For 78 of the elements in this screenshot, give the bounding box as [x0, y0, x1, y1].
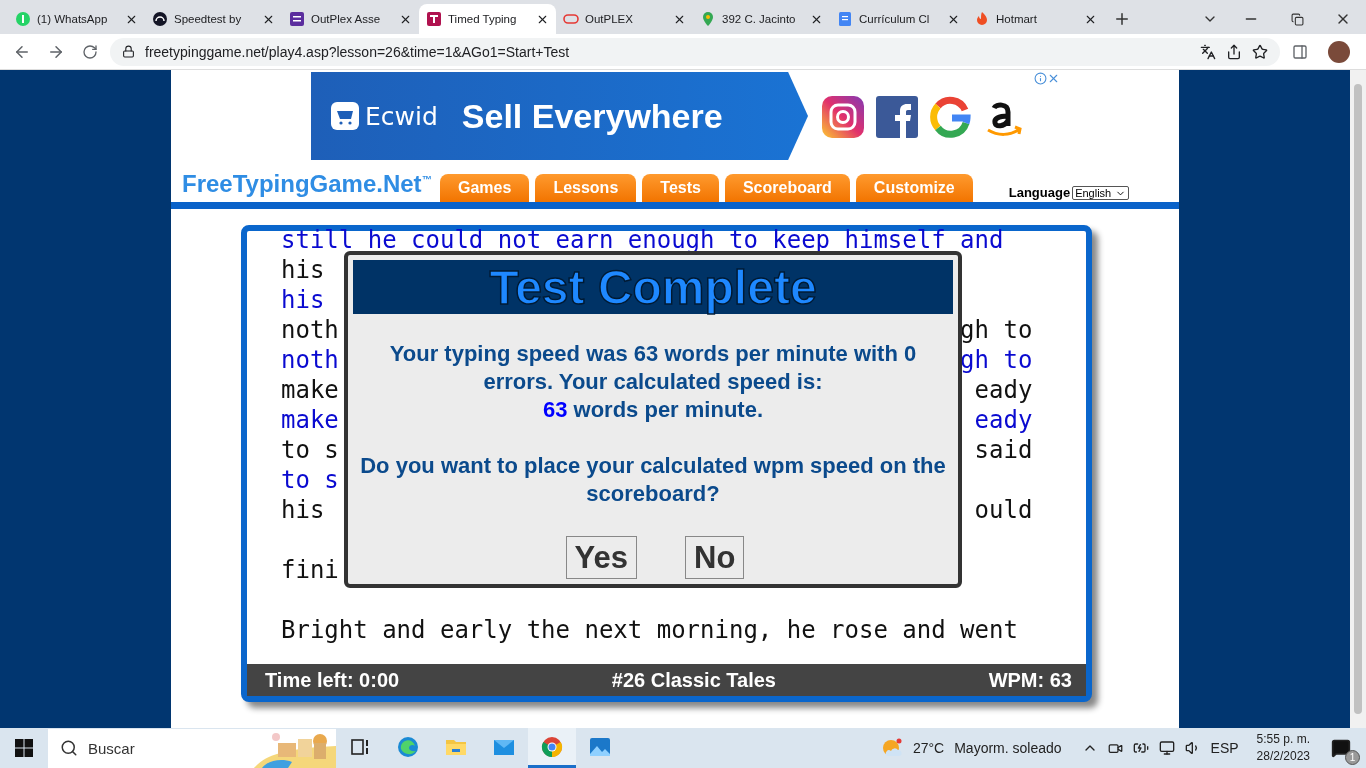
battery-icon[interactable] — [1132, 740, 1149, 756]
translate-icon[interactable] — [1200, 43, 1216, 60]
time-left: Time left: 0:00 — [265, 668, 400, 692]
ring-icon — [563, 11, 579, 27]
passage-text: make — [281, 407, 339, 436]
passage-text: still he could not earn enough to keep himself and — [281, 227, 1004, 256]
flame-icon — [974, 11, 990, 27]
passage-text: his — [281, 497, 325, 526]
ad-brand: Ecwid — [365, 101, 438, 131]
map-pin-icon — [700, 11, 716, 27]
network-icon[interactable] — [1158, 740, 1175, 756]
browser-icon[interactable] — [540, 734, 564, 759]
browser-tab[interactable]: (1) WhatsApp — [8, 4, 145, 34]
passage-text: his — [281, 257, 325, 286]
passage-text: eady — [974, 407, 1033, 436]
dialog-title: Test Complete — [489, 259, 817, 315]
list-icon — [289, 11, 305, 27]
passage-text: make — [281, 377, 339, 406]
colored-ring-icon — [930, 96, 972, 138]
browser-tab[interactable]: Timed Typing — [419, 4, 556, 34]
lesson-title: #26 Classic Tales — [611, 668, 776, 692]
weather-text: Mayorm. soleado — [954, 740, 1062, 756]
passage-text: to s — [281, 437, 339, 466]
app-icon — [426, 11, 442, 27]
search-field[interactable]: Buscar — [48, 728, 336, 768]
browser-tab[interactable]: OutPlex Asse — [282, 4, 419, 34]
restore-icon[interactable] — [1290, 12, 1304, 26]
answer-button[interactable]: No — [685, 536, 745, 579]
passage-text: to s — [281, 467, 339, 496]
browser-tab[interactable]: 392 C. Jacinto — [693, 4, 830, 34]
notification-badge: 1 — [1345, 750, 1360, 765]
cart-icon — [331, 102, 359, 130]
side-panel-icon[interactable] — [1292, 43, 1308, 60]
language-select[interactable]: English — [1072, 186, 1130, 200]
ad-headline: Sell Everywhere — [461, 96, 723, 136]
passage-text: Bright and early the next morning, he rose and went — [281, 617, 1018, 646]
wpm-readout: WPM: 63 — [988, 668, 1072, 692]
browser-tab[interactable]: Hotmart — [967, 4, 1104, 34]
answer-button[interactable]: Yes — [565, 536, 638, 579]
notification-icon[interactable] — [1331, 738, 1351, 758]
new-tab-icon[interactable] — [1113, 10, 1131, 28]
passage-text: noth — [281, 347, 339, 376]
share-icon[interactable] — [1226, 43, 1242, 60]
passage-text: said — [974, 437, 1033, 466]
ad-banner[interactable]: Ecwid Sell Everywhere — [311, 72, 808, 160]
chat-icon — [15, 11, 31, 27]
start-icon[interactable] — [15, 739, 33, 757]
social-icon — [876, 96, 918, 138]
language-label: Language — [1008, 185, 1071, 200]
passage-text: gh to — [960, 347, 1033, 376]
browser-tab[interactable]: OutPLEX — [556, 4, 693, 34]
scrollbar-thumb[interactable] — [1354, 84, 1362, 714]
temperature: 27°C — [912, 740, 945, 756]
result-message: Your typing speed was 63 words per minute with 0 errors. Your calculated speed is: 63 words per minute. — [388, 340, 918, 424]
weather-icon[interactable] — [880, 737, 903, 759]
passage-text: ould — [974, 497, 1033, 526]
reload-icon[interactable] — [82, 43, 98, 60]
camera-icon — [822, 96, 864, 138]
scoreboard-question: Do you want to place your calculated wpm speed on the scoreboard? — [359, 452, 947, 508]
star-icon[interactable] — [1252, 43, 1268, 60]
passage-text: eady — [974, 377, 1033, 406]
gauge-icon — [152, 11, 168, 27]
passage-text: gh to — [960, 317, 1033, 346]
site-logo[interactable]: FreeTypingGame.Net$^{™}$ — [182, 170, 440, 198]
document-icon — [837, 11, 853, 27]
address-bar[interactable]: freetypinggame.net/play4.asp?lesson=26&time=1&AGo1=Start+Test — [110, 37, 1280, 66]
clock[interactable]: 5:55 p. m. 28/2/2023 — [1256, 731, 1310, 765]
passage-text: noth — [281, 317, 339, 346]
browser-tab[interactable]: Currículum Cl — [830, 4, 967, 34]
input-language[interactable]: ESP — [1210, 740, 1239, 756]
info-icon[interactable] — [1034, 72, 1047, 85]
browser-icon[interactable] — [396, 734, 420, 759]
browser-tab[interactable]: Speedtest by — [145, 4, 282, 34]
passage-text: his — [281, 287, 325, 316]
lock-icon — [122, 45, 135, 58]
profile-avatar[interactable] — [1328, 40, 1350, 63]
passage-text: fini — [281, 557, 339, 586]
search-icon — [60, 739, 78, 757]
